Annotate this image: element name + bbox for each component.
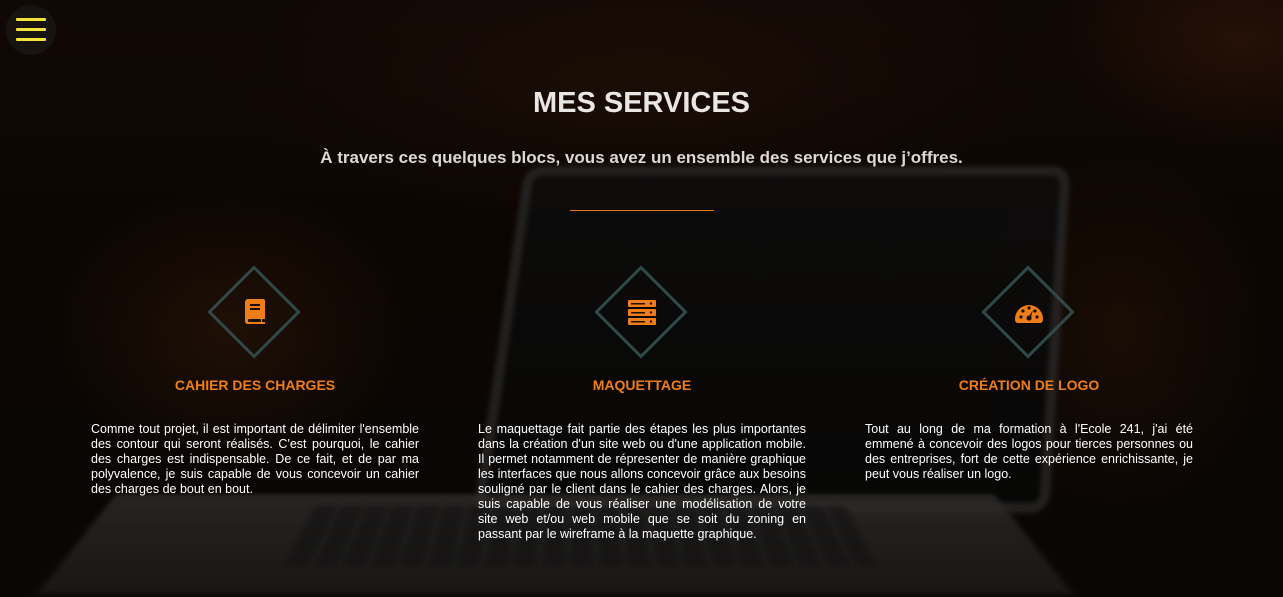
section-subtitle: À travers ces quelques blocs, vous avez … — [320, 148, 963, 167]
section-title: MES SERVICES — [532, 87, 751, 119]
book-icon — [235, 295, 275, 329]
title-divider — [570, 210, 714, 211]
service-description: Tout au long de ma formation à l'Ecole 2… — [865, 422, 1193, 481]
hamburger-menu-button[interactable] — [6, 5, 56, 55]
service-title: CAHIER DES CHARGES — [174, 377, 336, 393]
service-title: MAQUETTAGE — [592, 377, 692, 393]
server-icon — [622, 295, 662, 329]
service-description: Le maquettage fait partie des étapes les… — [478, 422, 806, 541]
dashboard-gauge-icon — [1009, 295, 1049, 329]
service-title: CRÉATION DE LOGO — [958, 377, 1100, 393]
service-description: Comme tout projet, il est important de d… — [91, 422, 419, 496]
